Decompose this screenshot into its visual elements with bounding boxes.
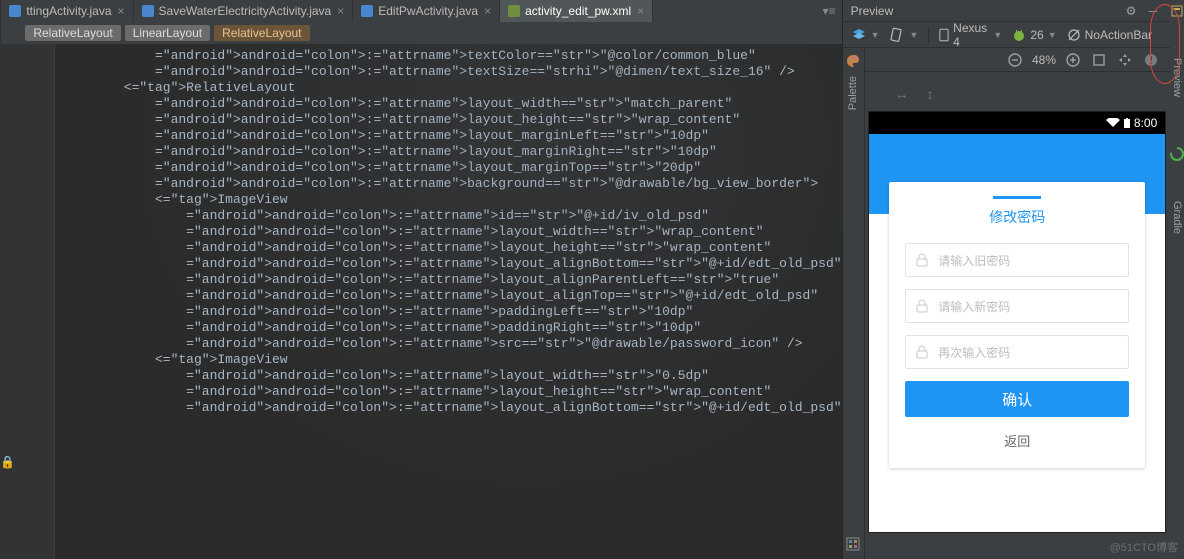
editor-tabs: ttingActivity.java × SaveWaterElectricity… — [1, 0, 841, 22]
tab-label: SaveWaterElectricityActivity.java — [159, 4, 332, 18]
palette-label: Palette — [847, 76, 859, 110]
card-title: 修改密码 — [905, 207, 1129, 227]
java-icon — [142, 5, 154, 17]
lock-icon — [916, 299, 928, 313]
device-statusbar: 8:00 — [869, 112, 1165, 134]
gradle-tool-icon[interactable] — [1170, 147, 1184, 161]
close-icon[interactable]: × — [337, 4, 344, 18]
preview-tool-label[interactable]: Preview — [1171, 58, 1183, 97]
xml-icon — [508, 5, 520, 17]
password-card: 修改密码 请输入旧密码 请输入新密码 再次输入密码 确认 返回 — [889, 182, 1145, 468]
canvas-guides: ↔↕ — [895, 86, 934, 102]
preview-tool-icon[interactable] — [1170, 4, 1184, 18]
device-dropdown[interactable]: Nexus 4 ▼ — [939, 21, 1002, 49]
code-body[interactable]: ="android">android="colon">:="attrname">… — [55, 44, 841, 559]
zoom-out-button[interactable] — [1006, 51, 1024, 69]
lock-icon: 🔒 — [1, 455, 10, 469]
code-area[interactable]: 🔒 ="android">android="colon">:="attrname… — [1, 44, 841, 559]
tab-label: activity_edit_pw.xml — [525, 4, 631, 18]
device-frame: 8:00 修改密码 请输入旧密码 请输入新密码 — [869, 112, 1165, 532]
pan-button[interactable] — [1116, 51, 1134, 69]
close-icon[interactable]: × — [637, 4, 644, 18]
tab-activity-edit-pw-xml[interactable]: activity_edit_pw.xml × — [500, 0, 653, 22]
accent-line — [993, 196, 1041, 199]
tab-label: ttingActivity.java — [26, 4, 111, 18]
java-icon — [361, 5, 373, 17]
tabs-overflow[interactable]: ▾≡ — [653, 0, 841, 22]
gear-icon[interactable]: ⚙ — [1122, 2, 1140, 20]
zoom-value: 48% — [1032, 53, 1056, 67]
back-link[interactable]: 返回 — [905, 431, 1129, 450]
tab-label: EditPwActivity.java — [378, 4, 478, 18]
battery-icon — [1124, 118, 1130, 128]
wifi-icon — [1106, 118, 1120, 128]
confirm-password-field[interactable]: 再次输入密码 — [905, 335, 1129, 369]
lock-icon — [916, 253, 928, 267]
tab-savewater[interactable]: SaveWaterElectricityActivity.java × — [134, 0, 354, 22]
crumb-relativelayout-inner[interactable]: RelativeLayout — [214, 25, 309, 41]
palette-strip[interactable]: Palette — [843, 48, 865, 559]
old-password-field[interactable]: 请输入旧密码 — [905, 243, 1129, 277]
tab-ttingactivity[interactable]: ttingActivity.java × — [1, 0, 133, 22]
preview-title-bar: Preview ⚙ ─ — [843, 0, 1170, 22]
tab-editpw[interactable]: EditPwActivity.java × — [353, 0, 500, 22]
status-time: 8:00 — [1134, 116, 1157, 130]
device-name: Nexus 4 — [953, 21, 989, 49]
theme-name: NoActionBar — [1085, 28, 1152, 42]
warning-icon[interactable] — [1142, 51, 1160, 69]
zoom-fit-button[interactable] — [1090, 51, 1108, 69]
component-tree-icon[interactable] — [846, 537, 860, 551]
api-level: 26 — [1030, 28, 1043, 42]
preview-title: Preview — [851, 4, 894, 18]
crumb-relativelayout[interactable]: RelativeLayout — [25, 25, 120, 41]
preview-toolbar: ▼ ▼ Nexus 4 ▼ 26 ▼ NoActionBar — [843, 22, 1170, 48]
java-icon — [9, 5, 21, 17]
preview-canvas[interactable]: ↔↕ 8:00 修改密码 请输入旧密码 请 — [865, 72, 1170, 559]
field-placeholder: 再次输入密码 — [938, 344, 1010, 361]
zoom-in-button[interactable] — [1064, 51, 1082, 69]
gradle-tool-label[interactable]: Gradle — [1171, 201, 1183, 234]
palette-icon — [846, 54, 860, 68]
confirm-button[interactable]: 确认 — [905, 381, 1129, 417]
field-placeholder: 请输入新密码 — [938, 298, 1010, 315]
close-icon[interactable]: × — [118, 4, 125, 18]
gutter: 🔒 — [1, 44, 55, 559]
crumb-linearlayout[interactable]: LinearLayout — [125, 25, 210, 41]
preview-pane: Preview ⚙ ─ ▼ ▼ Nexus 4 ▼ 26 ▼ — [842, 0, 1170, 559]
close-icon[interactable]: × — [484, 4, 491, 18]
field-placeholder: 请输入旧密码 — [938, 252, 1010, 269]
orientation-dropdown[interactable]: ▼ — [889, 27, 918, 43]
breadcrumb: RelativeLayout LinearLayout RelativeLayo… — [1, 22, 841, 44]
new-password-field[interactable]: 请输入新密码 — [905, 289, 1129, 323]
minimize-icon[interactable]: ─ — [1144, 2, 1162, 20]
api-dropdown[interactable]: 26 ▼ — [1012, 28, 1056, 42]
preview-toolbar-secondary: 48% — [843, 48, 1170, 72]
layers-dropdown[interactable]: ▼ — [851, 27, 880, 43]
lock-icon — [916, 345, 928, 359]
editor-pane: ttingActivity.java × SaveWaterElectricity… — [1, 0, 841, 559]
watermark: @51CTO博客 — [1110, 539, 1178, 555]
theme-dropdown[interactable]: NoActionBar — [1067, 28, 1152, 42]
right-tool-strip: Preview Gradle — [1170, 0, 1184, 559]
